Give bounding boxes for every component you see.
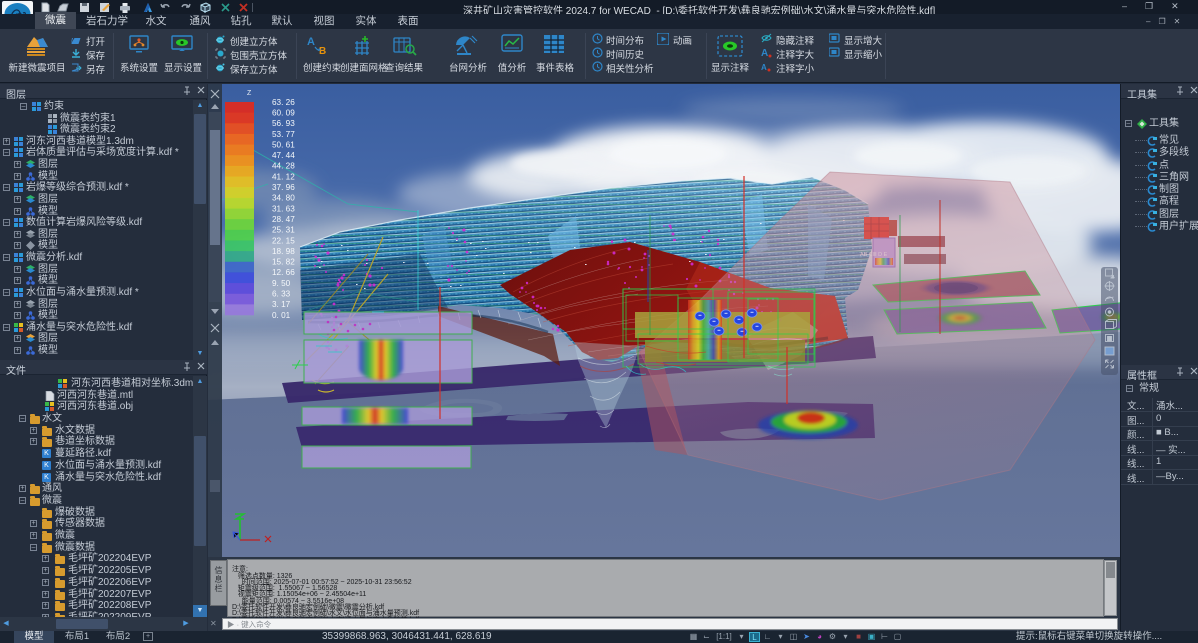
svg-text:28. 47: 28. 47 — [272, 215, 295, 224]
svg-text:50. 61: 50. 61 — [272, 140, 295, 149]
svg-text:34. 80: 34. 80 — [272, 194, 295, 203]
svg-text:0. 01: 0. 01 — [272, 311, 291, 320]
svg-text:31. 63: 31. 63 — [272, 204, 295, 213]
svg-text:18. 98: 18. 98 — [272, 247, 295, 256]
svg-text:44. 28: 44. 28 — [272, 162, 295, 171]
svg-text:A: A — [307, 36, 315, 48]
svg-text:47. 44: 47. 44 — [272, 151, 295, 160]
svg-text:A: A — [761, 63, 767, 72]
svg-text:60. 09: 60. 09 — [272, 108, 295, 117]
svg-text:3. 17: 3. 17 — [272, 300, 291, 309]
svg-text:25. 31: 25. 31 — [272, 226, 295, 235]
svg-text:41. 12: 41. 12 — [272, 172, 295, 181]
svg-text:63. 26: 63. 26 — [272, 98, 295, 107]
svg-text:6. 33: 6. 33 — [272, 290, 291, 299]
svg-text:12. 66: 12. 66 — [272, 268, 295, 277]
svg-text:53. 77: 53. 77 — [272, 130, 295, 139]
svg-text:9. 50: 9. 50 — [272, 279, 291, 288]
svg-text:22. 15: 22. 15 — [272, 236, 295, 245]
svg-text:56. 93: 56. 93 — [272, 119, 295, 128]
svg-text:15. 82: 15. 82 — [272, 258, 295, 267]
svg-text:B: B — [319, 46, 326, 57]
svg-text:37. 96: 37. 96 — [272, 183, 295, 192]
svg-text:Z: Z — [247, 90, 252, 97]
svg-text:A: A — [761, 48, 768, 58]
